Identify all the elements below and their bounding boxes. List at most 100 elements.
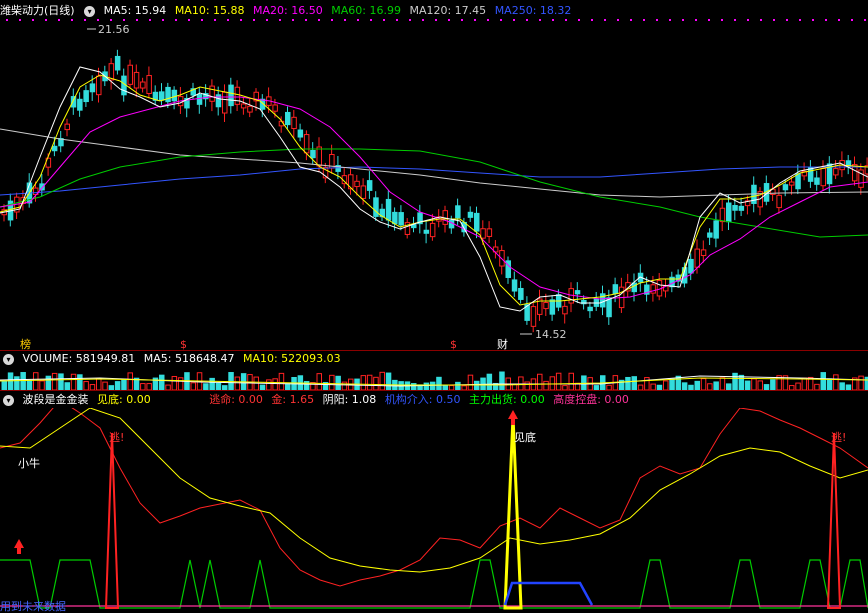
indicator-chart[interactable]: 逃! 逃! 见底 小牛 用到未来数据 <box>0 408 868 613</box>
volume-bar <box>524 381 530 390</box>
signal-dot <box>487 19 489 21</box>
candle <box>688 258 694 274</box>
candle <box>782 184 789 191</box>
candle <box>272 104 278 112</box>
escape-signal-label: 逃命: 0.00 <box>209 393 263 406</box>
collapse-toggle-icon[interactable]: ▾ <box>84 5 96 17</box>
candle <box>795 173 801 190</box>
candle <box>51 145 58 152</box>
candle <box>127 64 133 85</box>
up-arrow-stem <box>17 548 21 554</box>
candle <box>366 180 373 191</box>
signal-dot <box>344 19 346 21</box>
signal-dot <box>604 19 606 21</box>
candle <box>392 211 398 225</box>
price-legend: 潍柴动力(日线) ▾ MA5: 15.94 MA10: 15.88 MA20: … <box>0 3 576 18</box>
volume-bar <box>58 373 64 390</box>
volume-bar <box>681 382 688 390</box>
volume-bar <box>568 372 574 390</box>
signal-dot <box>760 19 762 21</box>
volume-ma5-label: MA5: 518648.47 <box>143 352 235 365</box>
signal-dot <box>786 19 788 21</box>
ma10-line <box>0 74 868 306</box>
marker-finance[interactable]: 财 <box>497 337 508 351</box>
candle <box>707 232 713 238</box>
candle <box>285 111 291 126</box>
candle <box>738 205 745 211</box>
volume-ma10-label: MA10: 522093.03 <box>242 352 341 365</box>
indicator-legend: ▾ 波段是金金装 见底: 0.00 逃命: 0.00 金: 1.65 阴阳: 1… <box>0 392 634 407</box>
candle <box>694 248 700 268</box>
volume-bar <box>316 373 322 390</box>
main-sell-label: 主力出货: 0.00 <box>469 393 545 406</box>
volume-bar <box>555 372 562 390</box>
candle <box>606 297 612 318</box>
candle <box>549 299 556 315</box>
indicator-panel[interactable]: ▾ 波段是金金装 见底: 0.00 逃命: 0.00 金: 1.65 阴阳: 1… <box>0 391 868 613</box>
ma5-line <box>0 66 868 312</box>
collapse-toggle-icon[interactable]: ▾ <box>3 353 14 365</box>
signal-dot <box>682 19 684 21</box>
candle <box>423 229 430 234</box>
candle <box>310 150 316 159</box>
candlestick-chart[interactable]: 21.56 14.52 榜 $ $ 财 <box>0 17 868 352</box>
marker-bang[interactable]: 榜 <box>20 337 31 351</box>
volume-bar <box>70 373 77 390</box>
volume-bar <box>719 377 726 390</box>
red-wave-line <box>0 408 868 587</box>
bottom-signal-label: 见底: 0.00 <box>97 393 151 406</box>
signal-dot <box>513 19 515 21</box>
volume-bar <box>694 380 700 390</box>
bull-label: 小牛 <box>18 456 40 470</box>
volume-bar <box>7 372 14 390</box>
ma20-label: MA20: 16.50 <box>253 4 323 17</box>
volume-bar <box>77 374 83 390</box>
chart-title: 潍柴动力(日线) <box>0 4 75 17</box>
ma120-line <box>0 128 868 198</box>
signal-dot <box>812 19 814 21</box>
candle <box>159 91 165 101</box>
candle <box>820 167 826 187</box>
signal-dot <box>45 19 47 21</box>
candle <box>814 177 820 185</box>
volume-bar <box>820 372 826 390</box>
institution-block <box>503 581 594 606</box>
signal-dot <box>630 19 632 21</box>
volume-bar <box>631 376 637 390</box>
collapse-toggle-icon[interactable]: ▾ <box>3 394 14 406</box>
candle <box>209 85 215 102</box>
escape-label-2: 逃! <box>831 431 846 444</box>
signal-dot <box>409 19 411 21</box>
volume-bar <box>177 377 184 390</box>
signal-dot <box>292 19 294 21</box>
signal-dot <box>136 19 138 21</box>
volume-panel[interactable]: ▾ VOLUME: 581949.81 MA5: 518648.47 MA10:… <box>0 351 868 391</box>
candle <box>776 194 782 209</box>
candle <box>732 205 738 211</box>
volume-chart[interactable] <box>0 366 868 390</box>
candle <box>77 98 83 111</box>
volume-bar <box>335 375 341 390</box>
bottom-label: 见底 <box>514 430 536 444</box>
gold-label: 金: 1.65 <box>271 393 315 406</box>
signal-dot <box>708 19 710 21</box>
volume-bar <box>266 379 272 390</box>
signal-dot <box>110 19 112 21</box>
candle <box>297 129 304 138</box>
candle <box>518 287 524 300</box>
volume-bar <box>625 376 631 390</box>
candle <box>467 211 474 218</box>
candle <box>562 305 568 315</box>
volume-bar <box>64 382 70 390</box>
candle <box>303 134 310 154</box>
signal-dot <box>201 19 203 21</box>
volume-bar <box>83 381 89 390</box>
yellow-smooth-line <box>0 408 868 573</box>
ma250-line <box>0 166 868 196</box>
signal-dot <box>240 19 242 21</box>
candle <box>234 86 241 105</box>
signal-dots <box>6 19 866 21</box>
volume-bar <box>373 376 379 390</box>
volume-bar <box>537 373 543 390</box>
price-panel[interactable]: 潍柴动力(日线) ▾ MA5: 15.94 MA10: 15.88 MA20: … <box>0 0 868 352</box>
